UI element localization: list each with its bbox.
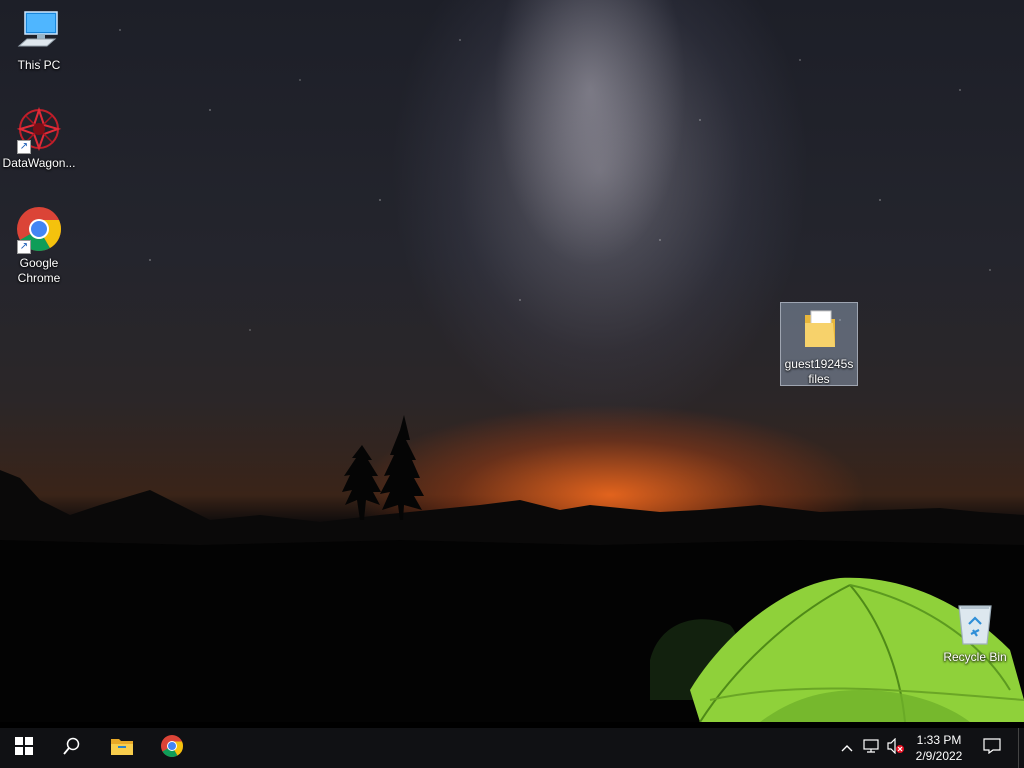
start-button[interactable] bbox=[0, 728, 48, 768]
desktop[interactable]: This PC ↗ DataWagon... ↗ Google Chrome g… bbox=[0, 0, 1024, 728]
desktop-icon-label: Recycle Bin bbox=[943, 650, 1007, 664]
chrome-icon: ↗ bbox=[15, 206, 63, 254]
taskbar-file-explorer[interactable] bbox=[98, 728, 146, 768]
clock-time: 1:33 PM bbox=[916, 733, 962, 747]
desktop-icon-label: DataWagon... bbox=[2, 156, 76, 170]
show-hidden-icons-button[interactable] bbox=[836, 728, 858, 768]
desktop-icon-datawagon[interactable]: ↗ DataWagon... bbox=[1, 106, 77, 171]
volume-muted-icon bbox=[887, 737, 905, 759]
desktop-icon-guest-files-folder[interactable]: guest19245s files bbox=[780, 302, 858, 386]
action-center-button[interactable] bbox=[976, 728, 1008, 768]
desktop-icon-google-chrome[interactable]: ↗ Google Chrome bbox=[1, 206, 77, 286]
system-clock[interactable]: 1:33 PM 2/9/2022 bbox=[904, 732, 974, 764]
show-desktop-button[interactable] bbox=[1018, 728, 1024, 768]
recycle-bin-icon bbox=[951, 600, 999, 648]
taskbar: 1:33 PM 2/9/2022 bbox=[0, 728, 1024, 768]
shortcut-arrow-icon: ↗ bbox=[17, 140, 31, 154]
this-pc-icon bbox=[15, 8, 63, 56]
desktop-icon-this-pc[interactable]: This PC bbox=[1, 8, 77, 73]
desktop-icon-label: This PC bbox=[17, 58, 61, 72]
taskbar-chrome[interactable] bbox=[148, 728, 196, 768]
desktop-icon-label: guest19245s files bbox=[784, 357, 854, 386]
desktop-icon-label: Google Chrome bbox=[17, 256, 61, 285]
wallpaper-landscape bbox=[0, 415, 1024, 728]
action-center-icon bbox=[983, 737, 1001, 759]
chevron-up-icon bbox=[841, 739, 853, 757]
desktop-icon-recycle-bin[interactable]: Recycle Bin bbox=[937, 600, 1013, 665]
network-icon bbox=[863, 738, 879, 758]
folder-icon bbox=[795, 307, 843, 355]
search-button[interactable] bbox=[48, 728, 96, 768]
windows-logo-icon bbox=[15, 736, 33, 760]
file-explorer-icon bbox=[110, 736, 134, 761]
shortcut-arrow-icon: ↗ bbox=[17, 240, 31, 254]
search-icon bbox=[63, 737, 81, 760]
datawagon-icon: ↗ bbox=[15, 106, 63, 154]
chrome-icon bbox=[160, 734, 184, 763]
clock-date: 2/9/2022 bbox=[915, 749, 963, 763]
network-tray-button[interactable] bbox=[860, 728, 882, 768]
